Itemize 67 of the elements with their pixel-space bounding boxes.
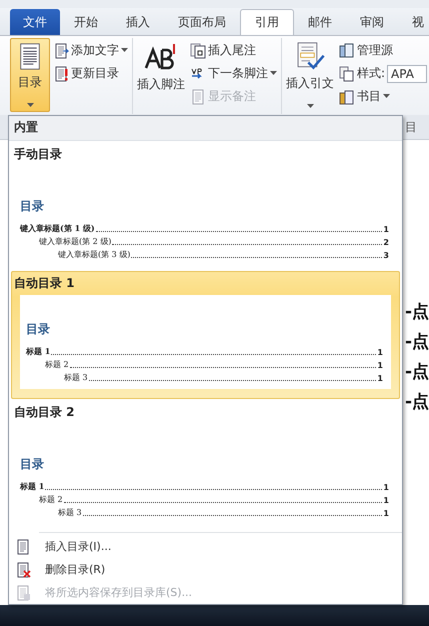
style-label: 样式:: [357, 65, 386, 82]
page-number: 1: [383, 509, 389, 518]
entry-title: 标题 1: [20, 481, 44, 492]
gallery-item-title: 手动目录: [14, 146, 63, 162]
gallery-item[interactable]: 自动目录 1 目录 标题 1 1 标题 2 1 标题 3 1: [11, 271, 400, 400]
gallery-item-title: 自动目录 2: [14, 404, 76, 420]
caret-icon: [26, 103, 34, 108]
document-exclamation-icon: [53, 66, 69, 82]
entry-title: 键入章标题(第 2 级): [39, 236, 112, 248]
document-text: -点: [404, 302, 429, 322]
page-number: 3: [383, 251, 389, 260]
style-field[interactable]: APA: [387, 64, 428, 82]
section-header: 内置: [9, 116, 402, 141]
preview-heading: 目录: [20, 198, 44, 216]
gallery-item-title: 自动目录 1: [14, 275, 76, 292]
ribbon-small-button[interactable]: 管理源: [339, 40, 428, 61]
document-icon: [190, 88, 206, 104]
ribbon-small-button[interactable]: 添加文字: [53, 40, 128, 61]
ribbon-tab[interactable]: 页面布局: [164, 9, 240, 35]
ribbon-tab[interactable]: 邮件: [294, 9, 346, 35]
ribbon-small-button[interactable]: 插入尾注: [190, 40, 277, 61]
ribbon-tab[interactable]: 插入: [112, 9, 164, 35]
ribbon-tab[interactable]: 引用: [240, 9, 294, 35]
page-number: 1: [377, 348, 383, 358]
page-number: 1: [383, 496, 389, 506]
books-icon: [339, 42, 355, 58]
caret-icon: [306, 104, 314, 109]
entry-title: 标题 2: [45, 359, 69, 370]
menu-item[interactable]: 插入目录(I)...: [9, 535, 402, 558]
page-number: 2: [383, 238, 389, 248]
entry-title: 标题 2: [39, 494, 63, 506]
ribbon-small-button[interactable]: 更新目录: [53, 63, 128, 84]
page-number: 1: [377, 361, 383, 370]
ribbon-big-button[interactable]: 插入脚注: [135, 38, 187, 112]
document-text: -点: [404, 332, 429, 352]
entry-title: 键入章标题(第 1 级): [20, 223, 95, 234]
page-number: 1: [383, 225, 389, 234]
ribbon-small-button[interactable]: 书目: [339, 86, 428, 107]
entry-title: 标题 3: [64, 372, 88, 384]
document-delete-icon: [15, 562, 31, 578]
file-menu-tab[interactable]: 文件: [10, 9, 60, 35]
page-number: 1: [383, 483, 389, 492]
document-text: -点: [404, 392, 429, 412]
entry-title: 标题 3: [58, 507, 82, 518]
ribbon-tab[interactable]: 开始: [60, 9, 112, 35]
caret-icon: [270, 71, 277, 76]
group-label: 目: [405, 118, 417, 136]
pages-icon: [190, 42, 206, 58]
caret-icon: [121, 48, 128, 53]
preview-heading: 目录: [26, 321, 50, 338]
entry-title: 键入章标题(第 3 级): [58, 249, 130, 260]
document-text: -点: [404, 362, 429, 382]
ribbon-big-button[interactable]: 目录: [10, 38, 50, 112]
page-number: 1: [377, 374, 383, 384]
menu-item[interactable]: 删除目录(R): [9, 558, 402, 582]
entry-title: 标题 1: [26, 346, 50, 358]
footnote-icon: [144, 42, 178, 72]
ribbon-small-button[interactable]: 下一条脚注: [190, 63, 277, 84]
document-icon: [15, 538, 31, 555]
ribbon-tab[interactable]: 视: [398, 9, 429, 35]
books-icon: [339, 88, 355, 104]
ribbon-tab[interactable]: 审阅: [346, 9, 398, 35]
document-save-icon: [15, 584, 31, 601]
stacked-pages-icon: [339, 66, 355, 82]
caret-icon: [383, 94, 390, 99]
preview-heading: 目录: [20, 456, 44, 474]
ribbon-big-button[interactable]: 插入引文: [284, 38, 336, 112]
